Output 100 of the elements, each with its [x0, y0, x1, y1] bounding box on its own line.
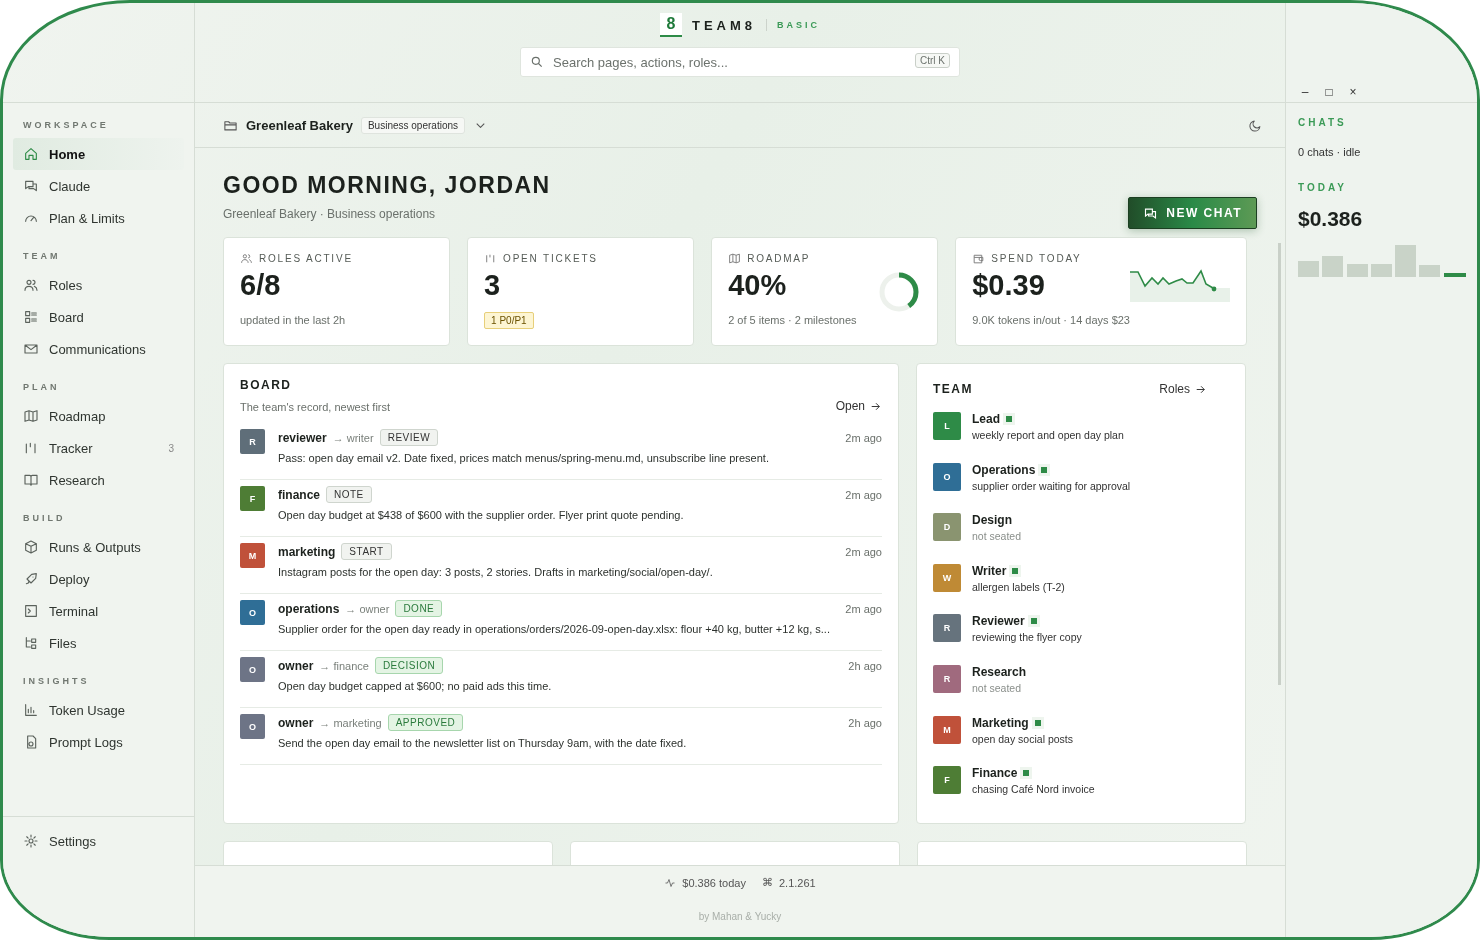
- entry-text: Open day budget capped at $600; no paid ads this time.: [278, 680, 552, 692]
- stat-note: updated in the last 2h: [240, 314, 347, 326]
- avatar: O: [240, 600, 265, 625]
- mail-icon: [23, 341, 39, 357]
- people-icon: [23, 277, 39, 293]
- nav-item[interactable]: Plan & Limits: [13, 202, 184, 234]
- home-icon: [23, 146, 39, 162]
- nav-item[interactable]: Tracker 3: [13, 432, 184, 464]
- timestamp: 2h ago: [848, 659, 882, 672]
- stat-value: $0.39: [972, 269, 1046, 302]
- timestamp: 2h ago: [848, 716, 882, 729]
- timestamp: 2m ago: [845, 488, 882, 501]
- nav-item[interactable]: Roadmap: [13, 400, 184, 432]
- maximize-button[interactable]: □: [1322, 85, 1336, 99]
- avatar: M: [240, 543, 265, 568]
- recipient-name: → writer: [332, 431, 374, 444]
- version-label: 2.1.261: [778, 876, 816, 889]
- recipient-name: → finance: [319, 659, 369, 672]
- stat-label: ROLES ACTIVE: [259, 253, 353, 264]
- workspace-tag: Business operations: [360, 116, 465, 134]
- nav-item[interactable]: Files: [13, 627, 184, 659]
- nav-item[interactable]: Prompt Logs: [13, 726, 184, 758]
- nav-item[interactable]: Board: [13, 301, 184, 333]
- recipient-name: → marketing: [319, 716, 382, 729]
- sender-name: finance: [278, 487, 320, 502]
- nav-item[interactable]: Roles: [13, 269, 184, 301]
- avatar: R: [240, 429, 265, 454]
- member-status: chasing Café Nord invoice: [972, 783, 1095, 796]
- status-tag: START: [341, 543, 392, 560]
- member-name: Reviewer: [972, 614, 1025, 629]
- recipient-name: → owner: [345, 602, 390, 615]
- today-cost: $0.386: [1298, 207, 1364, 231]
- book-icon: [23, 472, 39, 488]
- card-title: TEAM: [933, 382, 973, 396]
- bars-icon: [23, 440, 39, 456]
- chats-status: 0 chats · idle: [1298, 146, 1362, 158]
- panel-title: TODAY: [1298, 182, 1348, 193]
- sender-name: owner: [278, 715, 314, 730]
- status-tag: APPROVED: [387, 714, 464, 731]
- close-button[interactable]: ×: [1346, 85, 1360, 99]
- avatar: D: [933, 513, 961, 542]
- brand-logo: 8: [659, 13, 682, 37]
- stat-label: OPEN TICKETS: [503, 253, 598, 264]
- section-label: WORKSPACE: [22, 119, 110, 132]
- nav-item[interactable]: Settings: [13, 825, 184, 857]
- stat-label: ROADMAP: [747, 253, 811, 264]
- tree-icon: [23, 635, 39, 651]
- member-name: Writer: [972, 563, 1007, 578]
- status-tag: DONE: [395, 600, 443, 617]
- nav-item[interactable]: Token Usage: [13, 694, 184, 726]
- avatar: F: [240, 486, 265, 511]
- item-count: 3: [168, 442, 174, 454]
- greeting-title: GOOD MORNING, JORDAN: [223, 172, 551, 199]
- settings-icon: [23, 833, 39, 849]
- box-icon: [23, 539, 39, 555]
- chat-icon: [23, 178, 39, 194]
- timestamp: 2m ago: [845, 602, 882, 615]
- sender-name: marketing: [278, 544, 336, 559]
- nav-item[interactable]: Research: [13, 464, 184, 496]
- new-chat-button[interactable]: NEW CHAT: [1128, 197, 1257, 229]
- stat-label: SPEND TODAY: [991, 253, 1082, 264]
- member-status: allergen labels (T-2): [972, 580, 1065, 593]
- grid-list-icon: [23, 309, 39, 325]
- member-status: reviewing the flyer copy: [972, 631, 1082, 644]
- nav-item[interactable]: Claude: [13, 170, 184, 202]
- map-icon: [728, 252, 742, 265]
- nav-item[interactable]: Terminal: [13, 595, 184, 627]
- workspace-name[interactable]: Greenleaf Bakery: [246, 117, 353, 133]
- member-status: supplier order waiting for approval: [972, 479, 1131, 492]
- greeting-subtitle: Greenleaf Bakery · Business operations: [223, 207, 437, 221]
- member-status: not seated: [972, 681, 1023, 694]
- member-status: not seated: [972, 530, 1022, 543]
- shortcut-hint: Ctrl K: [915, 53, 950, 68]
- people-icon: [240, 252, 253, 265]
- entry-text: Open day budget at $438 of $600 with the supplier order. Flyer print quote pending.: [278, 509, 684, 521]
- member-status: open day social posts: [972, 732, 1073, 745]
- bar-chart-icon: [23, 702, 39, 718]
- spend-status: $0.386 today: [682, 876, 746, 889]
- member-name: Design: [972, 513, 1012, 528]
- nav-item[interactable]: Communications: [13, 333, 184, 365]
- search-icon: [530, 55, 544, 69]
- avatar: O: [933, 462, 961, 491]
- entry-text: Send the open day email to the newsletter list on Thursday 9am, with the date fixed.: [278, 737, 687, 749]
- sender-name: owner: [278, 658, 314, 673]
- sender-name: reviewer: [278, 430, 327, 445]
- panel-title: CHATS: [1298, 117, 1348, 128]
- nav-item[interactable]: Deploy: [13, 563, 184, 595]
- member-name: Marketing: [972, 715, 1029, 730]
- roles-link[interactable]: Roles: [1159, 382, 1207, 396]
- avatar: O: [240, 714, 265, 739]
- status-tag: REVIEW: [379, 429, 439, 446]
- member-name: Lead: [972, 412, 1000, 426]
- open-link[interactable]: Open: [835, 399, 882, 413]
- status-tag: DECISION: [374, 657, 444, 674]
- stat-note: 9.0K tokens in/out · 14 days $23: [972, 314, 1130, 326]
- minimize-button[interactable]: –: [1298, 85, 1312, 99]
- avatar: O: [240, 657, 265, 682]
- member-name: Research: [972, 664, 1027, 679]
- section-label: INSIGHTS: [22, 675, 91, 688]
- nav-item[interactable]: Runs & Outputs: [13, 531, 184, 563]
